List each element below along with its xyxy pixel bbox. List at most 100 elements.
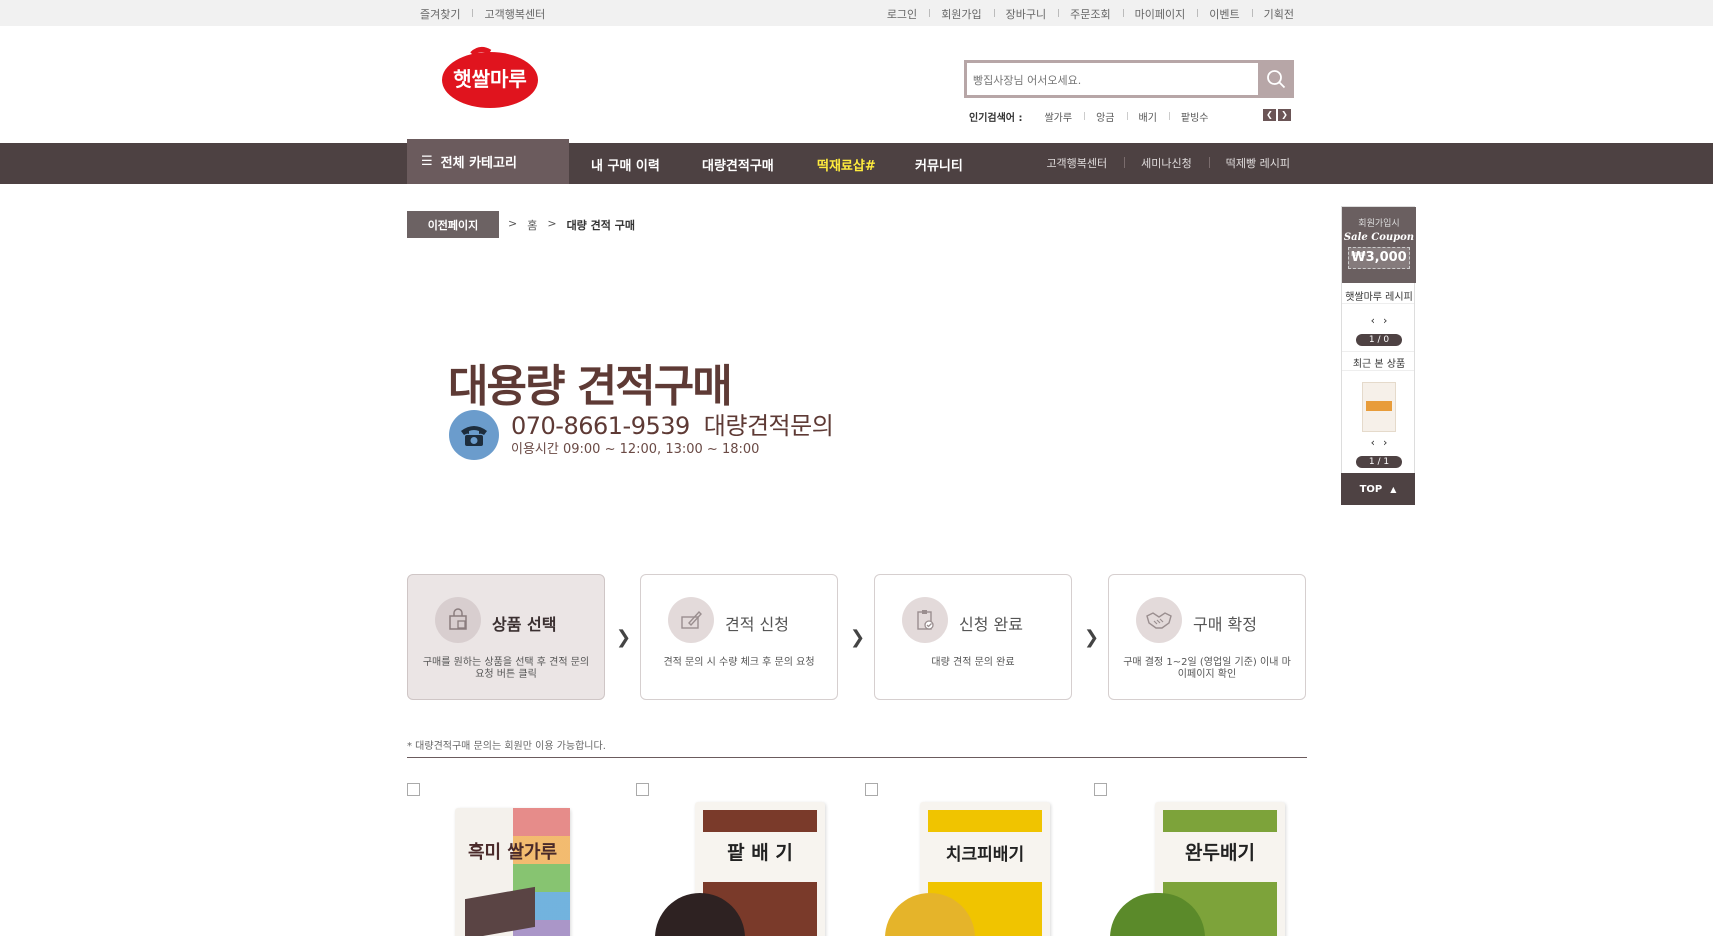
gnb-sub-menu: 고객행복센터 세미나신청 떡제빵 레시피	[1046, 155, 1290, 171]
quick-menu: 회원가입시 Sale Coupon ₩3,000 햇쌀마루 레시피 ‹› 1 /…	[1341, 206, 1416, 505]
step-description: 구매 결정 1~2일 (영업일 기준) 이내 마이페이지 확인	[1123, 657, 1291, 680]
breadcrumb-home[interactable]: 홈	[527, 217, 537, 233]
recipe-label: 햇쌀마루 레시피	[1345, 292, 1413, 303]
nav-seminar[interactable]: 세미나신청	[1124, 155, 1209, 171]
nav-purchase-history[interactable]: 내 구매 이력	[591, 155, 660, 174]
step-description: 견적 문의 시 수량 체크 후 문의 요청	[663, 657, 815, 668]
step-title: 견적 신청	[725, 615, 789, 634]
search-icon	[1267, 70, 1286, 89]
divider	[1342, 303, 1414, 304]
product-checkbox[interactable]	[1094, 783, 1107, 796]
contact-phone: 070-8661-9539 대량견적문의	[511, 406, 834, 441]
chevron-right-icon: ❯	[1084, 627, 1100, 648]
product-label: 팥 배 기	[727, 842, 793, 864]
breadcrumb: > 홈 > 대량 견적 구매	[508, 217, 635, 233]
product-label: 흑미 쌀가루	[467, 842, 558, 863]
product-image[interactable]: 팥 배 기	[655, 798, 830, 936]
order-lookup-link[interactable]: 주문조회	[1058, 6, 1122, 22]
util-right: 로그인 회원가입 장바구니 주문조회 마이페이지 이벤트 기획전	[887, 6, 1294, 22]
search-input[interactable]	[973, 69, 1223, 91]
chevron-right-icon[interactable]: ❯	[1278, 109, 1291, 121]
popular-keyword[interactable]: 쌀가루	[1032, 109, 1084, 124]
step-description: 대량 견적 문의 완료	[931, 657, 1015, 668]
all-categories-button[interactable]: ☰ 전체 카테고리	[407, 139, 569, 184]
bookmark-link[interactable]: 즐겨찾기	[420, 6, 472, 22]
all-categories-label: 전체 카테고리	[440, 156, 517, 171]
pencil-icon	[668, 597, 714, 643]
event-link[interactable]: 이벤트	[1197, 6, 1251, 22]
phone-label: 대량견적문의	[703, 412, 834, 440]
top-label: TOP	[1359, 483, 1383, 495]
recent-product-thumbnail[interactable]	[1362, 382, 1396, 432]
popular-keyword[interactable]: 앙금	[1084, 109, 1126, 124]
breadcrumb-separator: >	[547, 217, 557, 230]
chevron-right-icon: ❯	[616, 627, 632, 648]
search-box	[964, 60, 1294, 98]
step-purchase-confirm: 구매 확정 구매 결정 1~2일 (영업일 기준) 이내 마이페이지 확인	[1108, 574, 1306, 700]
nav-bulk-quote[interactable]: 대량견적구매	[702, 155, 774, 174]
menu-icon: ☰	[421, 154, 433, 169]
popular-nav: ❮ ❯	[1263, 109, 1291, 121]
signup-coupon-banner[interactable]: 회원가입시 Sale Coupon ₩3,000	[1342, 207, 1416, 283]
chevron-right-icon[interactable]: ›	[1383, 314, 1395, 327]
divider	[407, 757, 1307, 758]
login-link[interactable]: 로그인	[887, 6, 929, 22]
back-button[interactable]: 이전페이지	[407, 211, 499, 238]
coupon-caption: 회원가입시	[1358, 219, 1400, 229]
breadcrumb-separator: >	[508, 217, 518, 230]
recent-label: 최근 본 상품	[1352, 359, 1406, 370]
site-logo[interactable]: 햇쌀마루	[440, 46, 540, 112]
clipboard-check-icon	[902, 597, 948, 643]
handshake-icon	[1136, 597, 1182, 643]
divider	[1342, 351, 1414, 352]
product-image[interactable]: 치크피배기	[880, 798, 1060, 936]
product-image[interactable]: 흑미 쌀가루	[440, 798, 590, 936]
coupon-amount: ₩3,000	[1348, 247, 1410, 269]
util-left: 즐겨찾기 고객행복센터	[420, 6, 545, 22]
popular-keyword[interactable]: 배기	[1126, 109, 1169, 124]
page-title: 대용량 견적구매	[448, 361, 733, 412]
promotion-link[interactable]: 기획전	[1251, 6, 1294, 22]
product-checkbox[interactable]	[407, 783, 420, 796]
nav-rice-cake-shop[interactable]: 떡재료샵#	[817, 155, 876, 174]
recipe-nav: ‹›	[1342, 314, 1416, 327]
phone-number: 070-8661-9539	[511, 412, 690, 440]
nav-community[interactable]: 커뮤니티	[915, 155, 963, 174]
step-request-complete: 신청 완료 대량 견적 문의 완료	[874, 574, 1072, 700]
popular-keywords: 인기검색어 : 쌀가루 앙금 배기 팥빙수	[969, 109, 1221, 124]
nav-recipe[interactable]: 떡제빵 레시피	[1208, 155, 1290, 171]
product-checkbox[interactable]	[636, 783, 649, 796]
breadcrumb-current: 대량 견적 구매	[566, 219, 635, 232]
scroll-top-button[interactable]: TOP ▲	[1341, 473, 1415, 505]
telephone-icon	[449, 410, 499, 460]
step-product-select: 상품 선택 구매를 원하는 상품을 선택 후 견적 문의 요청 버튼 클릭	[407, 574, 605, 700]
chevron-left-icon[interactable]: ❮	[1263, 109, 1276, 121]
search-button[interactable]	[1258, 60, 1294, 98]
step-title: 구매 확정	[1193, 615, 1257, 634]
product-image[interactable]: 완두배기	[1110, 798, 1295, 936]
chevron-left-icon[interactable]: ‹	[1371, 314, 1383, 327]
cart-link[interactable]: 장바구니	[993, 6, 1058, 22]
nav-customer-center[interactable]: 고객행복센터	[1046, 155, 1124, 171]
customer-center-link[interactable]: 고객행복센터	[472, 6, 545, 22]
popular-keyword[interactable]: 팥빙수	[1168, 109, 1221, 124]
business-hours: 이용시간 09:00 ~ 12:00, 13:00 ~ 18:00	[511, 442, 760, 457]
chevron-right-icon[interactable]: ›	[1383, 436, 1395, 449]
product-checkbox[interactable]	[865, 783, 878, 796]
top-utility-bar: 즐겨찾기 고객행복센터 로그인 회원가입 장바구니 주문조회 마이페이지 이벤트…	[0, 0, 1713, 26]
caret-up-icon: ▲	[1390, 484, 1397, 494]
product-label: 완두배기	[1185, 842, 1255, 864]
coupon-title: Sale Coupon	[1343, 232, 1415, 243]
divider	[1342, 370, 1414, 371]
page: 즐겨찾기 고객행복센터 로그인 회원가입 장바구니 주문조회 마이페이지 이벤트…	[0, 0, 1713, 936]
chevron-left-icon[interactable]: ‹	[1371, 436, 1383, 449]
recent-nav: ‹›	[1342, 436, 1416, 449]
recent-page-indicator: 1 / 1	[1356, 456, 1402, 468]
shopping-bag-icon	[435, 597, 481, 643]
step-quote-request: 견적 신청 견적 문의 시 수량 체크 후 문의 요청	[640, 574, 838, 700]
popular-title: 인기검색어 :	[969, 113, 1023, 124]
mypage-link[interactable]: 마이페이지	[1122, 6, 1198, 22]
chevron-right-icon: ❯	[850, 627, 866, 648]
recipe-page-indicator: 1 / 0	[1356, 334, 1402, 346]
signup-link[interactable]: 회원가입	[929, 6, 993, 22]
